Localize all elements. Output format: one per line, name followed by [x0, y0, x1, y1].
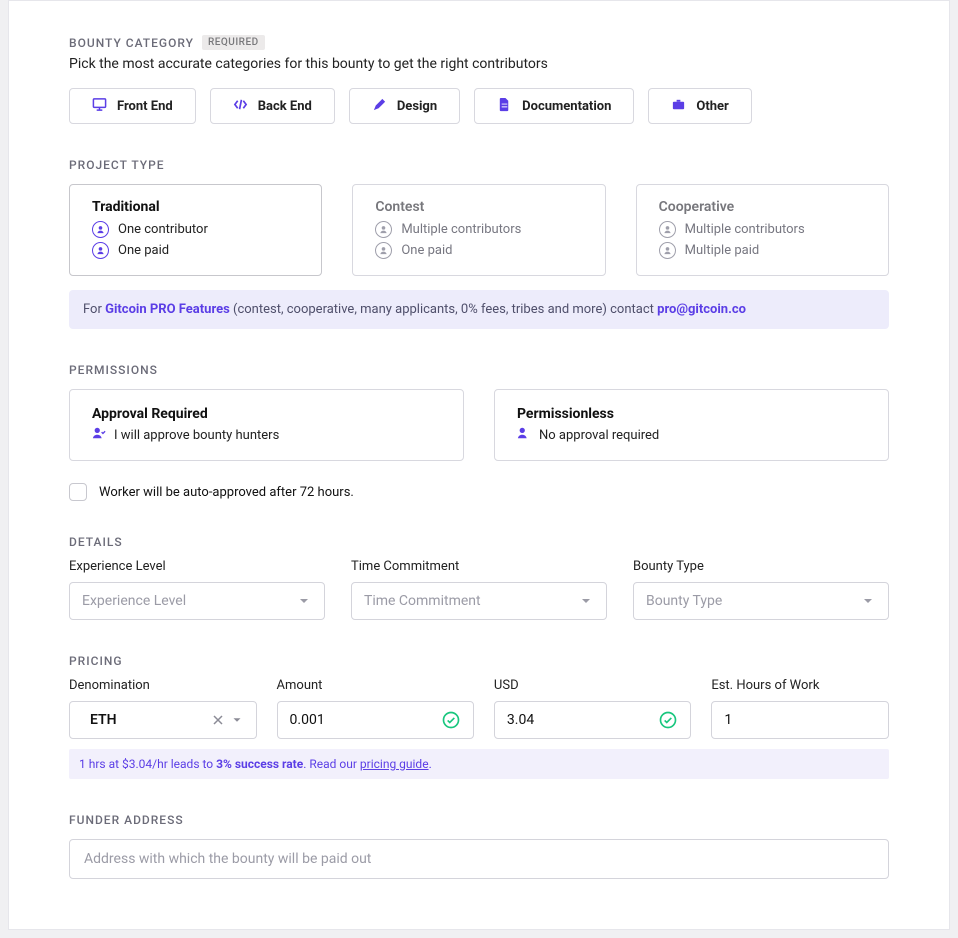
user-icon — [517, 426, 531, 444]
category-other[interactable]: Other — [648, 88, 751, 124]
bounty-category-subtitle: Pick the most accurate categories for th… — [69, 56, 889, 72]
required-badge: Required — [202, 35, 265, 50]
card-title: Approval Required — [92, 406, 441, 422]
amount-input[interactable]: 0.001 — [277, 701, 474, 739]
user-check-icon — [92, 426, 106, 444]
category-documentation[interactable]: Documentation — [474, 88, 634, 124]
pencil-ruler-icon — [372, 97, 387, 116]
hours-label: Est. Hours of Work — [711, 678, 889, 693]
permission-permissionless[interactable]: Permissionless No approval required — [494, 389, 889, 461]
category-label: Design — [397, 99, 437, 114]
validated-icon — [441, 710, 461, 730]
usd-input[interactable]: 3.04 — [494, 701, 691, 739]
card-line: Multiple paid — [659, 242, 866, 259]
category-front-end[interactable]: Front End — [69, 88, 196, 124]
time-select[interactable]: Time Commitment — [351, 582, 607, 620]
usd-label: USD — [494, 678, 691, 693]
card-line: One paid — [375, 242, 582, 259]
person-icon — [375, 242, 392, 259]
project-type-cooperative[interactable]: Cooperative Multiple contributors Multip… — [636, 184, 889, 276]
bounty-category-row: Front End Back End Design Documentation … — [69, 88, 889, 124]
card-line: One contributor — [92, 221, 299, 238]
pricing-guide-link[interactable]: pricing guide — [360, 757, 429, 771]
validated-icon — [658, 710, 678, 730]
auto-approve-checkbox[interactable] — [69, 483, 87, 501]
bounty-category-heading-text: Bounty Category — [69, 36, 194, 50]
hours-input[interactable]: 1 — [711, 701, 889, 739]
funder-address-heading: Funder Address — [69, 813, 889, 827]
experience-label: Experience Level — [69, 559, 325, 574]
auto-approve-label: Worker will be auto-approved after 72 ho… — [99, 485, 354, 500]
bounty-type-label: Bounty Type — [633, 559, 889, 574]
card-title: Permissionless — [517, 406, 866, 422]
bounty-category-heading: Bounty Category Required — [69, 35, 889, 50]
permission-approval-required[interactable]: Approval Required I will approve bounty … — [69, 389, 464, 461]
denomination-label: Denomination — [69, 678, 257, 693]
category-back-end[interactable]: Back End — [210, 88, 335, 124]
person-icon — [375, 221, 392, 238]
person-icon — [92, 221, 109, 238]
card-line: Multiple contributors — [375, 221, 582, 238]
category-label: Documentation — [522, 99, 611, 114]
project-type-heading-text: Project Type — [69, 158, 165, 172]
project-type-contest[interactable]: Contest Multiple contributors One paid — [352, 184, 605, 276]
time-label: Time Commitment — [351, 559, 607, 574]
person-icon — [659, 242, 676, 259]
card-title: Cooperative — [659, 199, 866, 215]
form-panel: Bounty Category Required Pick the most a… — [8, 0, 950, 930]
pricing-heading: Pricing — [69, 654, 889, 668]
details-row: Experience Level Experience Level Time C… — [69, 559, 889, 620]
pricing-note: 1 hrs at $3.04/hr leads to 3% success ra… — [69, 749, 889, 779]
pro-brand: Gitcoin PRO Features — [105, 302, 230, 317]
permissions-heading: Permissions — [69, 363, 889, 377]
pricing-row: Denomination ETH Amount 0.001 USD 3.04 — [69, 678, 889, 739]
code-icon — [233, 97, 248, 116]
chevron-down-icon — [230, 713, 244, 727]
bounty-type-select[interactable]: Bounty Type — [633, 582, 889, 620]
card-line: I will approve bounty hunters — [92, 426, 441, 444]
project-type-traditional[interactable]: Traditional One contributor One paid — [69, 184, 322, 276]
category-label: Other — [696, 99, 728, 114]
amount-label: Amount — [277, 678, 474, 693]
briefcase-icon — [671, 97, 686, 116]
category-design[interactable]: Design — [349, 88, 460, 124]
chevron-down-icon — [296, 593, 312, 609]
denomination-select[interactable]: ETH — [69, 701, 257, 739]
card-line: No approval required — [517, 426, 866, 444]
chevron-down-icon — [860, 593, 876, 609]
details-heading: Details — [69, 535, 889, 549]
project-type-heading: Project Type — [69, 158, 889, 172]
clear-icon[interactable] — [212, 714, 224, 726]
project-type-row: Traditional One contributor One paid Con… — [69, 184, 889, 276]
funder-address-input[interactable]: Address with which the bounty will be pa… — [69, 839, 889, 879]
pro-email-link[interactable]: pro@gitcoin.co — [657, 302, 746, 317]
file-icon — [497, 97, 512, 116]
category-label: Front End — [117, 99, 173, 114]
person-icon — [92, 242, 109, 259]
experience-select[interactable]: Experience Level — [69, 582, 325, 620]
card-line: Multiple contributors — [659, 221, 866, 238]
card-line: One paid — [92, 242, 299, 259]
permissions-row: Approval Required I will approve bounty … — [69, 389, 889, 461]
chevron-down-icon — [578, 593, 594, 609]
monitor-icon — [92, 97, 107, 116]
category-label: Back End — [258, 99, 312, 114]
pro-banner: For Gitcoin PRO Features (contest, coope… — [69, 290, 889, 329]
card-title: Contest — [375, 199, 582, 215]
card-title: Traditional — [92, 199, 299, 215]
auto-approve-row: Worker will be auto-approved after 72 ho… — [69, 483, 889, 501]
person-icon — [659, 221, 676, 238]
